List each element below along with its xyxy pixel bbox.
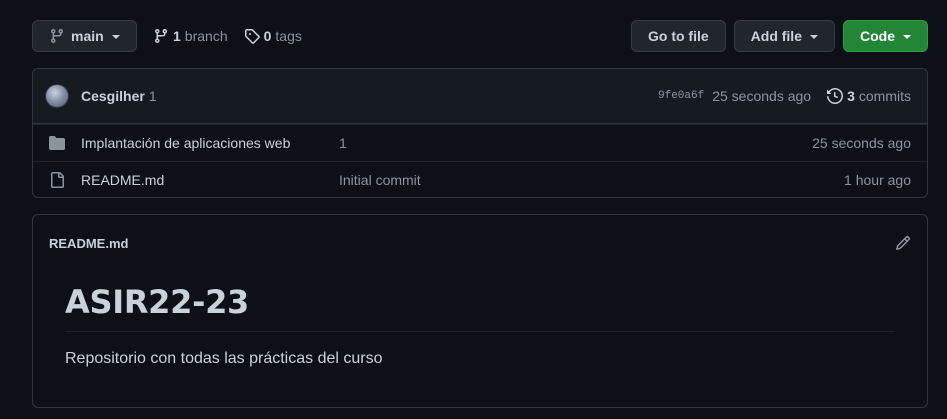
- readme-heading: ASIR22-23: [65, 283, 895, 332]
- file-commit-time: 1 hour ago: [844, 172, 911, 188]
- tags-count: 0: [263, 28, 272, 44]
- chevron-down-icon: [810, 35, 818, 39]
- git-branch-icon: [49, 28, 65, 44]
- file-commit-time: 25 seconds ago: [812, 135, 911, 151]
- git-branch-icon: [153, 28, 169, 44]
- code-button[interactable]: Code: [843, 20, 928, 52]
- repo-toolbar: main 1 branch 0 tags Go to file Add file…: [32, 20, 928, 52]
- avatar[interactable]: [45, 84, 69, 108]
- folder-icon: [49, 135, 65, 151]
- latest-commit-bar: Cesgilher 1 9fe0a6f 25 seconds ago 3 com…: [33, 69, 927, 124]
- add-file-button[interactable]: Add file: [733, 20, 835, 52]
- file-commit-message[interactable]: Initial commit: [339, 172, 844, 188]
- commits-label: commits: [858, 88, 911, 104]
- readme-header: README.md: [33, 215, 927, 271]
- readme-filename[interactable]: README.md: [49, 236, 128, 251]
- file-row[interactable]: Implantación de aplicaciones web 1 25 se…: [33, 124, 927, 161]
- go-to-file-button[interactable]: Go to file: [630, 20, 726, 52]
- file-row[interactable]: README.md Initial commit 1 hour ago: [33, 161, 927, 197]
- commit-time: 25 seconds ago: [712, 88, 812, 104]
- chevron-down-icon: [111, 35, 120, 39]
- commit-author[interactable]: Cesgilher: [81, 88, 145, 104]
- branch-label: main: [71, 28, 104, 44]
- code-label: Code: [860, 28, 895, 44]
- branches-link[interactable]: 1 branch: [153, 28, 228, 44]
- pencil-icon[interactable]: [895, 235, 911, 251]
- commits-count: 3: [847, 88, 855, 104]
- readme-panel: README.md ASIR22-23 Repositorio con toda…: [32, 214, 928, 408]
- branches-count: 1: [173, 28, 181, 44]
- commit-sha[interactable]: 9fe0a6f: [658, 90, 704, 102]
- file-name[interactable]: README.md: [81, 172, 339, 188]
- file-commit-message[interactable]: 1: [339, 135, 812, 151]
- commit-message[interactable]: 1: [149, 88, 157, 104]
- file-icon: [49, 172, 65, 188]
- tag-icon: [244, 28, 260, 44]
- add-file-label: Add file: [750, 28, 802, 44]
- tags-link[interactable]: 0 tags: [244, 28, 302, 44]
- readme-paragraph: Repositorio con todas las prácticas del …: [65, 350, 383, 367]
- commits-history-link[interactable]: 3 commits: [827, 88, 911, 104]
- history-icon: [827, 88, 844, 104]
- file-browser: Cesgilher 1 9fe0a6f 25 seconds ago 3 com…: [32, 68, 928, 198]
- chevron-down-icon: [903, 35, 911, 39]
- tags-label: tags: [275, 28, 302, 44]
- readme-content: ASIR22-23 Repositorio con todas las prác…: [33, 271, 927, 368]
- branches-label: branch: [184, 28, 228, 44]
- file-name[interactable]: Implantación de aplicaciones web: [81, 135, 339, 151]
- branch-select-button[interactable]: main: [32, 20, 137, 52]
